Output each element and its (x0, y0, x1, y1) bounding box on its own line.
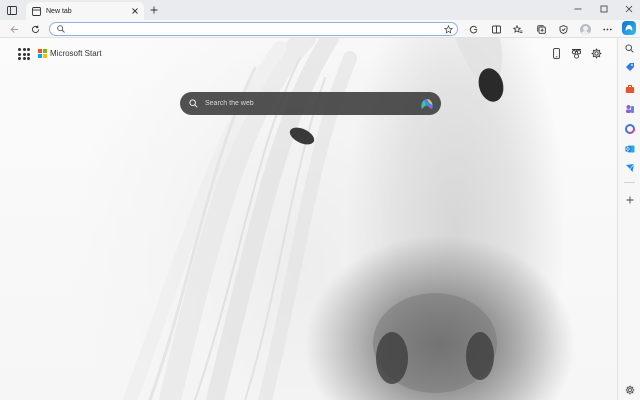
page-settings-button[interactable] (589, 46, 603, 60)
new-tab-favicon-icon (32, 6, 41, 16)
more-button[interactable] (600, 22, 614, 36)
address-bar[interactable] (49, 22, 458, 36)
refresh-button[interactable] (28, 22, 42, 36)
collections-button[interactable] (534, 22, 548, 36)
tools-icon (625, 84, 634, 93)
app-launcher-dot (18, 57, 21, 60)
sidebar-item-shopping[interactable] (623, 60, 636, 73)
copilot-icon (625, 25, 633, 31)
sidebar-item-games[interactable] (623, 102, 636, 115)
address-input[interactable] (70, 23, 444, 35)
back-button[interactable] (7, 22, 21, 36)
browser-essentials-icon (559, 24, 567, 34)
rewards-icon (571, 48, 581, 59)
profile-button[interactable] (578, 22, 592, 36)
app-launcher-dot (18, 48, 21, 51)
sidebar-settings-button[interactable] (623, 383, 636, 396)
tab-actions-icon (7, 5, 17, 15)
maximize-icon (600, 5, 608, 13)
sidebar-settings-icon (625, 385, 634, 394)
tab-title: New tab (46, 7, 72, 15)
browser-essentials-button[interactable] (556, 22, 570, 36)
favorites-icon (513, 24, 523, 33)
close-icon (132, 8, 138, 14)
settings-icon (591, 48, 601, 58)
search-icon (189, 99, 198, 108)
web-search-box[interactable] (180, 92, 441, 115)
sidebar-item-search[interactable] (623, 42, 636, 55)
sidebar-divider (624, 182, 635, 183)
plus-icon (150, 6, 158, 14)
extensions-button[interactable] (466, 22, 480, 36)
drop-icon (625, 163, 634, 172)
logo-square-red (38, 49, 42, 53)
rewards-button[interactable] (569, 46, 583, 60)
back-icon (10, 25, 18, 33)
logo-square-blue (38, 54, 42, 58)
app-launcher-dot (22, 57, 26, 60)
brand-name: Microsoft Start (50, 49, 102, 58)
logo-square-green (43, 49, 47, 53)
app-launcher-dot (27, 57, 30, 60)
tab-strip: New tab (0, 0, 640, 20)
star-add-icon[interactable] (444, 24, 453, 34)
copilot-icon[interactable] (419, 96, 435, 112)
search-icon (57, 25, 65, 33)
copilot-button[interactable] (622, 21, 636, 35)
add-icon (626, 196, 633, 203)
phone-icon (552, 47, 560, 59)
sidebar-item-outlook[interactable] (623, 142, 636, 155)
profile-avatar (579, 23, 591, 35)
tab-new-tab[interactable]: New tab (26, 2, 144, 20)
logo-square-yellow (43, 54, 47, 58)
games-icon (625, 104, 634, 113)
extensions-icon (469, 25, 477, 33)
web-search-input[interactable] (205, 100, 419, 107)
microsoft365-icon (624, 123, 635, 134)
new-tab-button[interactable] (148, 4, 160, 16)
more-icon (602, 28, 612, 30)
maximize-button[interactable] (595, 2, 613, 16)
microsoft-start-logo[interactable]: Microsoft Start (38, 49, 102, 58)
search-icon (625, 44, 634, 53)
minimize-icon (574, 8, 582, 10)
split-screen-button[interactable] (489, 22, 503, 36)
split-screen-icon (491, 25, 501, 33)
minimize-button[interactable] (569, 2, 587, 16)
refresh-icon (31, 25, 39, 33)
microsoft-logo-icon (38, 49, 47, 58)
edge-sidebar (617, 38, 640, 400)
app-launcher-dot (22, 52, 26, 56)
app-launcher-dot (27, 48, 30, 51)
app-launcher-button[interactable] (18, 48, 30, 60)
toolbar (0, 20, 640, 38)
app-launcher-dot (18, 52, 21, 56)
new-tab-page: Microsoft Start (0, 38, 617, 400)
close-window-icon (625, 5, 633, 13)
shopping-icon (625, 62, 634, 71)
app-launcher-dot (22, 48, 26, 51)
close-window-button[interactable] (620, 2, 638, 16)
sidebar-add-button[interactable] (623, 193, 636, 206)
tab-actions-button[interactable] (4, 3, 20, 17)
sidebar-item-tools[interactable] (623, 82, 636, 95)
sidebar-item-microsoft365[interactable] (623, 122, 636, 135)
outlook-icon (625, 145, 634, 152)
sidebar-item-drop[interactable] (623, 161, 636, 174)
collections-icon (536, 24, 546, 34)
phone-button[interactable] (549, 46, 563, 60)
tab-close-button[interactable] (130, 6, 140, 16)
app-launcher-dot (27, 52, 30, 56)
favorites-button[interactable] (511, 22, 525, 36)
